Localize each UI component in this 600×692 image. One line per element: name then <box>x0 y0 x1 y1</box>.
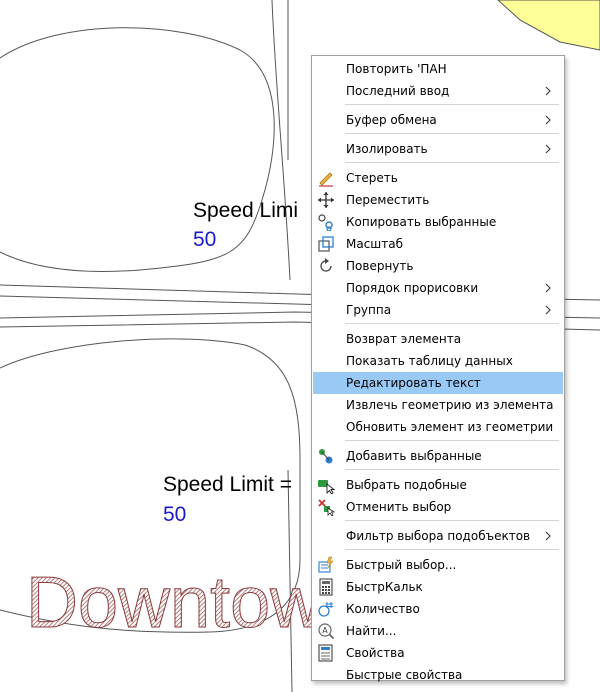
menu-item-isolate[interactable]: Изолировать <box>313 138 563 160</box>
rotate-icon <box>320 258 332 272</box>
menu-item-label: Быстрые свойства <box>346 668 463 682</box>
menu-item-add-selected[interactable]: Добавить выбранные <box>313 445 563 467</box>
menu-item-label: Переместить <box>346 193 430 207</box>
add-selected-icon <box>319 449 333 464</box>
menu-item-properties[interactable]: Свойства <box>313 642 563 664</box>
menu-item-label: Фильтр выбора подобъектов <box>346 529 531 543</box>
calculator-icon <box>319 578 333 596</box>
menu-item-label: Группа <box>346 303 392 317</box>
menu-item-clipboard[interactable]: Буфер обмена <box>313 109 563 131</box>
menu-item-subobject-filter[interactable]: Фильтр выбора подобъектов <box>313 525 563 547</box>
chevron-right-icon <box>545 115 551 125</box>
speed-limit-value[interactable]: 50 <box>193 228 216 252</box>
menu-item-label: Отменить выбор <box>346 500 452 514</box>
menu-item-select-similar[interactable]: Выбрать подобные <box>313 474 563 496</box>
menu-item-label: Добавить выбранные <box>346 449 482 463</box>
menu-item-count[interactable]: Количество <box>313 598 563 620</box>
menu-item-copy-selection[interactable]: Копировать выбранные <box>313 211 563 233</box>
menu-item-label: Обновить элемент из геометрии <box>346 420 554 434</box>
menu-item-group[interactable]: Группа <box>313 299 563 321</box>
menu-item-label: Возврат элемента <box>346 332 462 346</box>
menu-item-label: Быстрый выбор... <box>346 558 457 572</box>
svg-text:A: A <box>322 626 328 635</box>
menu-separator <box>345 323 559 324</box>
menu-item-label: Буфер обмена <box>346 113 437 127</box>
menu-item-rotate[interactable]: Повернуть <box>313 255 563 277</box>
quick-select-icon <box>318 556 334 573</box>
speed-limit-label[interactable]: Speed Limit = <box>163 473 292 497</box>
properties-icon <box>318 644 333 662</box>
menu-item-label: Изолировать <box>346 142 428 156</box>
menu-separator <box>345 133 559 134</box>
menu-item-draw-order[interactable]: Порядок прорисовки <box>313 277 563 299</box>
menu-item-label: Извлечь геометрию из элемента <box>346 398 554 412</box>
context-menu: Повторить 'ПАН Последний ввод Буфер обме… <box>311 55 565 682</box>
menu-item-find[interactable]: A Найти... <box>313 620 563 642</box>
menu-item-label: Копировать выбранные <box>346 215 497 229</box>
scale-icon <box>318 236 334 252</box>
menu-item-extract-geometry[interactable]: Извлечь геометрию из элемента <box>313 394 563 416</box>
menu-item-label: Найти... <box>346 624 397 638</box>
menu-separator <box>345 549 559 550</box>
chevron-right-icon <box>545 86 551 96</box>
deselect-icon <box>318 499 335 516</box>
menu-item-repeat-pan[interactable]: Повторить 'ПАН <box>313 58 563 80</box>
menu-item-label: Последний ввод <box>346 84 450 98</box>
menu-separator <box>345 469 559 470</box>
chevron-right-icon <box>545 144 551 154</box>
menu-item-erase[interactable]: Стереть <box>313 167 563 189</box>
select-similar-icon <box>318 480 335 494</box>
chevron-right-icon <box>545 531 551 541</box>
menu-item-label: Повернуть <box>346 259 414 273</box>
count-icon <box>318 602 333 617</box>
chevron-right-icon <box>545 305 551 315</box>
move-icon <box>318 192 334 208</box>
menu-separator <box>345 162 559 163</box>
menu-item-last-input[interactable]: Последний ввод <box>313 80 563 102</box>
menu-item-scale[interactable]: Масштаб <box>313 233 563 255</box>
menu-item-return-element[interactable]: Возврат элемента <box>313 328 563 350</box>
menu-item-edit-text[interactable]: Редактировать текст <box>313 372 563 394</box>
menu-separator <box>345 440 559 441</box>
menu-item-label: Показать таблицу данных <box>346 354 513 368</box>
menu-item-label: Повторить 'ПАН <box>346 62 447 76</box>
parcel-shape <box>497 0 600 51</box>
speed-limit-label[interactable]: Speed Limi <box>193 199 298 223</box>
menu-item-label: БыстрКальк <box>346 580 423 594</box>
menu-item-show-data-table[interactable]: Показать таблицу данных <box>313 350 563 372</box>
find-icon: A <box>318 623 335 640</box>
menu-item-label: Стереть <box>346 171 398 185</box>
menu-item-label: Выбрать подобные <box>346 478 467 492</box>
menu-item-quick-select[interactable]: Быстрый выбор... <box>313 554 563 576</box>
menu-item-quick-properties[interactable]: Быстрые свойства <box>313 664 563 686</box>
menu-item-label: Редактировать текст <box>346 376 481 390</box>
copy-icon <box>318 214 333 231</box>
menu-item-label: Количество <box>346 602 420 616</box>
speed-limit-value[interactable]: 50 <box>163 503 186 527</box>
menu-item-label: Масштаб <box>346 237 404 251</box>
menu-item-label: Порядок прорисовки <box>346 281 479 295</box>
eraser-icon <box>319 172 333 187</box>
menu-item-quickcalc[interactable]: БыстрКальк <box>313 576 563 598</box>
menu-item-move[interactable]: Переместить <box>313 189 563 211</box>
menu-item-label: Свойства <box>346 646 405 660</box>
menu-item-update-from-geometry[interactable]: Обновить элемент из геометрии <box>313 416 563 438</box>
chevron-right-icon <box>545 283 551 293</box>
menu-separator <box>345 104 559 105</box>
menu-item-deselect[interactable]: Отменить выбор <box>313 496 563 518</box>
menu-separator <box>345 520 559 521</box>
